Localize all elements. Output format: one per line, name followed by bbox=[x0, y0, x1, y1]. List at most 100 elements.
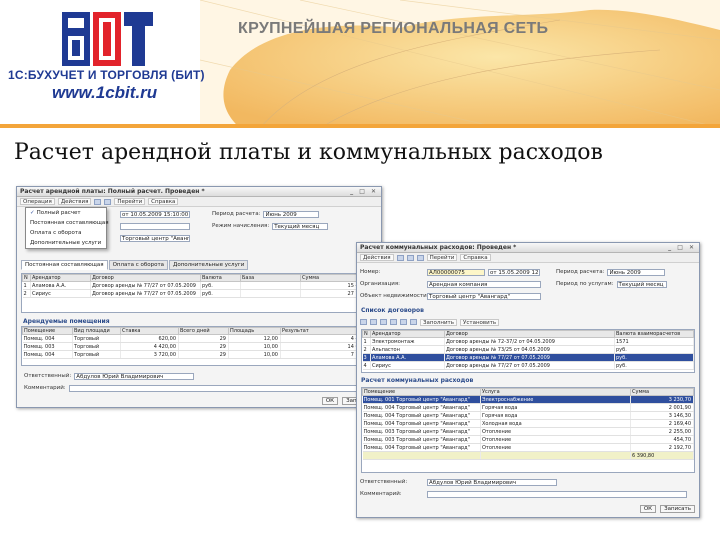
col-header[interactable]: N bbox=[22, 274, 31, 282]
col-header[interactable]: Помещение bbox=[22, 327, 73, 335]
goto-menu-button[interactable]: Перейти bbox=[426, 254, 458, 261]
operation-menu-button[interactable]: Операция bbox=[20, 198, 55, 205]
tab-constant-part[interactable]: Постоянная составляющая bbox=[21, 260, 108, 270]
edit-icon[interactable] bbox=[380, 319, 387, 325]
move-up-icon[interactable] bbox=[400, 319, 407, 325]
actions-menu-button[interactable]: Действия bbox=[57, 198, 92, 205]
site-url[interactable]: www.1cbit.ru bbox=[52, 83, 157, 103]
col-header[interactable]: Помещение bbox=[362, 388, 481, 396]
col-header[interactable]: Договор bbox=[90, 274, 201, 282]
window-controls-icon[interactable]: _ □ ✕ bbox=[350, 188, 378, 195]
period-field[interactable]: Июнь 2009 bbox=[263, 210, 320, 218]
comment-label: Комментарий: bbox=[360, 491, 402, 497]
table-row[interactable]: Помещ. 004 Торговый 3 720,00 29 10,00 7 … bbox=[22, 350, 376, 359]
save-icon[interactable] bbox=[396, 254, 404, 261]
cell: 4 420,00 bbox=[120, 342, 179, 351]
table-row[interactable]: 1 Аламова А.А. Договор аренды № 77/27 от… bbox=[22, 281, 376, 290]
help-menu-button[interactable]: Справка bbox=[148, 198, 179, 205]
table-row[interactable]: Помещ. 004 Торговый 620,00 29 12,00 4 43… bbox=[22, 334, 376, 343]
col-header[interactable]: Ставка bbox=[120, 327, 179, 335]
window-controls-icon[interactable]: _ □ ✕ bbox=[668, 244, 696, 251]
calc-field[interactable]: Текущий месяц bbox=[616, 280, 667, 288]
comment-field[interactable] bbox=[427, 490, 687, 498]
comment-field[interactable] bbox=[68, 384, 369, 392]
table-row[interactable]: Помещ. 004 Торговый центр "Авангард" Ото… bbox=[362, 443, 694, 452]
cell: руб. bbox=[614, 353, 694, 362]
table-row[interactable]: Помещ. 004 Торговый центр "Авангард" Гор… bbox=[362, 403, 694, 412]
table-row-selected[interactable]: Помещ. 001 Торговый центр "Авангард" Эле… bbox=[362, 395, 694, 404]
col-header[interactable]: Услуга bbox=[480, 388, 631, 396]
menu-item-constant-part[interactable]: Постоянная составляющая bbox=[26, 218, 109, 228]
org-row bbox=[117, 221, 190, 231]
tab-extra-services[interactable]: Дополнительные услуги bbox=[169, 260, 249, 270]
responsible-field[interactable]: Абдулов Юрий Владимирович bbox=[74, 372, 195, 380]
cell: 2 169,40 bbox=[630, 419, 694, 428]
move-down-icon[interactable] bbox=[410, 319, 417, 325]
print-icon[interactable] bbox=[416, 254, 424, 261]
ok-button[interactable]: ОК bbox=[321, 397, 339, 405]
number-field[interactable]: от 10.05.2009 15:10:00 bbox=[120, 210, 190, 218]
col-header[interactable]: База bbox=[240, 274, 301, 282]
premises-grid[interactable]: Помещение Вид площади Ставка Всего дней … bbox=[21, 326, 377, 366]
help-menu-button[interactable]: Справка bbox=[460, 254, 491, 261]
add-icon[interactable] bbox=[360, 319, 367, 325]
menu-item-turnover-payment[interactable]: Оплата с оборота bbox=[26, 228, 106, 238]
col-header[interactable]: Всего дней bbox=[178, 327, 229, 335]
services-grid[interactable]: Помещение Услуга Сумма Помещ. 001 Торгов… bbox=[361, 387, 695, 473]
fill-button[interactable]: Заполнить bbox=[420, 318, 457, 326]
tab-turnover-payment[interactable]: Оплата с оборота bbox=[108, 260, 169, 270]
period-field[interactable]: Июнь 2009 bbox=[607, 268, 666, 276]
object-field[interactable]: Торговый центр "Авангард" bbox=[427, 292, 541, 300]
actions-menu-button[interactable]: Действия bbox=[360, 254, 394, 261]
calc-mode-field[interactable]: Текущий месяц bbox=[272, 222, 329, 230]
col-header[interactable]: Сумма bbox=[630, 388, 694, 396]
table-row[interactable]: 4 Сириус Договор аренды № 77/27 от 07.05… bbox=[362, 361, 694, 370]
col-header[interactable]: Площадь bbox=[228, 327, 281, 335]
table-row[interactable]: Помещ. 004 Торговый центр "Авангард" Гор… bbox=[362, 411, 694, 420]
write-button[interactable]: Записать bbox=[660, 505, 695, 513]
post-icon[interactable] bbox=[406, 254, 414, 261]
table-row[interactable]: Помещ. 004 Торговый центр "Авангард" Хол… bbox=[362, 419, 694, 428]
col-header[interactable]: Арендатор bbox=[370, 330, 445, 338]
number-field[interactable]: АЛ00000075 bbox=[427, 268, 485, 276]
col-header[interactable]: Договор bbox=[444, 330, 615, 338]
tenants-grid[interactable]: N Арендатор Договор Валюта База Сумма 1 … bbox=[21, 273, 377, 313]
window-titlebar[interactable]: Расчет коммунальных расходов: Проведен *… bbox=[357, 243, 699, 253]
col-header[interactable]: Валюта взаиморасчетов bbox=[614, 330, 694, 338]
save-icon[interactable] bbox=[94, 198, 102, 205]
set-button[interactable]: Установить bbox=[460, 318, 500, 326]
table-row[interactable]: Помещ. 003 Торговый центр "Авангард" Ото… bbox=[362, 435, 694, 444]
period-label: Период расчета: bbox=[556, 269, 605, 275]
table-row[interactable]: Помещ. 003 Торговый 4 420,00 29 10,00 14… bbox=[22, 342, 376, 351]
cell: 10,00 bbox=[228, 350, 281, 359]
table-row[interactable]: 1 Электромонтаж Договор аренды № 72-37/2… bbox=[362, 337, 694, 346]
col-header[interactable]: Вид площади bbox=[72, 327, 121, 335]
cell: 4 bbox=[362, 361, 371, 370]
table-row[interactable]: 2 Альпастон Договор аренды № 73/25 от 04… bbox=[362, 345, 694, 354]
object-field[interactable]: Торговый центр "Авангард" bbox=[120, 234, 190, 242]
goto-menu-button[interactable]: Перейти bbox=[114, 198, 146, 205]
col-header[interactable]: Арендатор bbox=[30, 274, 91, 282]
col-header[interactable]: Валюта bbox=[200, 274, 241, 282]
menu-item-extra-services[interactable]: Дополнительные услуги bbox=[26, 238, 106, 248]
table-row-selected[interactable]: 3 Аламова А.А. Договор аренды № 77/27 от… bbox=[362, 353, 694, 362]
responsible-field[interactable]: Абдулов Юрий Владимирович bbox=[427, 478, 557, 486]
contracts-grid[interactable]: N Арендатор Договор Валюта взаиморасчето… bbox=[361, 329, 695, 373]
window-titlebar[interactable]: Расчет арендной платы: Полный расчет. Пр… bbox=[17, 187, 381, 197]
cell: Электромонтаж bbox=[370, 337, 445, 346]
window-title: Расчет коммунальных расходов: Проведен * bbox=[360, 244, 517, 251]
ok-button[interactable]: ОК bbox=[639, 505, 657, 513]
delete-icon[interactable] bbox=[390, 319, 397, 325]
org-field[interactable]: Арендная компания bbox=[427, 280, 541, 288]
table-row[interactable]: 2 Сириус Договор аренды № 77/27 от 07.05… bbox=[22, 289, 376, 298]
org-field[interactable] bbox=[120, 222, 190, 230]
post-icon[interactable] bbox=[104, 198, 112, 205]
col-header[interactable]: N bbox=[362, 330, 371, 338]
cell: Помещ. 003 Торговый центр "Авангард" bbox=[362, 427, 481, 436]
responsible-label: Ответственный: bbox=[24, 373, 72, 379]
contracts-toolbar: Заполнить Установить bbox=[357, 317, 500, 327]
date-field[interactable]: от 15.05.2009 12:3 bbox=[488, 268, 540, 276]
table-row[interactable]: Помещ. 003 Торговый центр "Авангард" Ото… bbox=[362, 427, 694, 436]
copy-icon[interactable] bbox=[370, 319, 377, 325]
menu-item-full-calc[interactable]: Полный расчет bbox=[26, 208, 106, 218]
